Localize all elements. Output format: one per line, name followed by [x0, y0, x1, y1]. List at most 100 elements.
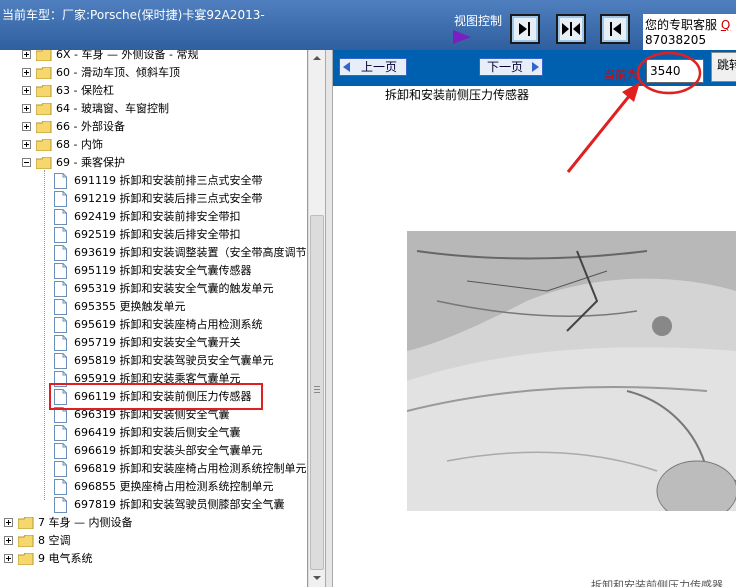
tree-doc-item[interactable]: 695819 拆卸和安装驾驶员安全气囊单元: [0, 352, 307, 370]
expand-plus-icon[interactable]: [22, 68, 31, 77]
tree-item-label: 64 - 玻璃窗、车窗控制: [56, 102, 169, 115]
document-icon: [54, 461, 67, 477]
tree-item-label: 692519 拆卸和安装后排安全带扣: [74, 228, 241, 241]
tree-folder-item[interactable]: 9 电气系统: [0, 550, 307, 568]
document-icon: [54, 299, 67, 315]
view-left-panel-button[interactable]: [600, 14, 630, 44]
view-split-button[interactable]: [556, 14, 586, 44]
folder-icon: [36, 67, 52, 79]
tree-doc-item[interactable]: 693619 拆卸和安装调整装置（安全带高度调节: [0, 244, 307, 262]
view-right-panel-button[interactable]: [510, 14, 540, 44]
scroll-down-icon[interactable]: [309, 570, 325, 586]
tree-item-label: 9 电气系统: [38, 552, 93, 565]
collapse-minus-icon[interactable]: [22, 158, 31, 167]
tree-folder-item[interactable]: 63 - 保险杠: [0, 82, 307, 100]
expand-plus-icon[interactable]: [4, 554, 13, 563]
service-phone: 87038205: [645, 33, 707, 47]
selection-highlight-annotation: [49, 383, 263, 410]
expand-plus-icon[interactable]: [22, 104, 31, 113]
tree-item-label: 8 空调: [38, 534, 71, 547]
prev-page-button[interactable]: 上一页: [339, 58, 407, 76]
document-footer-text: 拆卸和安装前侧压力传感器: [591, 579, 723, 587]
tree-doc-item[interactable]: 695619 拆卸和安装座椅占用检测系统: [0, 316, 307, 334]
expand-plus-icon[interactable]: [22, 86, 31, 95]
document-icon: [54, 263, 67, 279]
tree-item-label: 696419 拆卸和安装后侧安全气囊: [74, 426, 241, 439]
folder-icon: [36, 50, 52, 61]
top-header: 当前车型：厂家:Porsche(保时捷)卡宴92A2013- 视图控制 您的专职…: [0, 0, 736, 50]
expand-plus-icon[interactable]: [22, 50, 31, 59]
panel-splitter[interactable]: [325, 50, 333, 587]
document-icon: [54, 209, 67, 225]
expand-plus-icon[interactable]: [4, 536, 13, 545]
scroll-up-icon[interactable]: [309, 50, 325, 66]
tree-doc-item[interactable]: 691219 拆卸和安装后排三点式安全带: [0, 190, 307, 208]
tree-doc-item[interactable]: 692419 拆卸和安装前排安全带扣: [0, 208, 307, 226]
tree-item-label: 6X - 车身 — 外侧设备 - 常规: [56, 50, 199, 61]
tree-folder-item[interactable]: 64 - 玻璃窗、车窗控制: [0, 100, 307, 118]
service-qq-link[interactable]: Q: [721, 18, 730, 32]
tree-item-label: 695819 拆卸和安装驾驶员安全气囊单元: [74, 354, 274, 367]
expand-plus-icon[interactable]: [22, 122, 31, 131]
tree-doc-item[interactable]: 692519 拆卸和安装后排安全带扣: [0, 226, 307, 244]
folder-icon: [18, 535, 34, 547]
folder-icon: [18, 553, 34, 565]
tree-item-label: 696819 拆卸和安装座椅占用检测系统控制单元: [74, 462, 307, 475]
tree-item-label: 692419 拆卸和安装前排安全带扣: [74, 210, 241, 223]
tree-doc-item[interactable]: 695319 拆卸和安装安全气囊的触发单元: [0, 280, 307, 298]
tree-item-label: 696855 更换座椅占用检测系统控制单元: [74, 480, 274, 493]
tree-folder-item[interactable]: 60 - 滑动车顶、倾斜车顶: [0, 64, 307, 82]
tree-doc-item[interactable]: 697819 拆卸和安装驾驶员侧膝部安全气囊: [0, 496, 307, 514]
open-folder-icon: [36, 157, 52, 169]
red-arrow-annotation: [566, 82, 640, 173]
jump-button[interactable]: 跳转: [711, 52, 736, 82]
tree-folder-item[interactable]: 68 - 内饰: [0, 136, 307, 154]
tree-folder-item[interactable]: 6X - 车身 — 外侧设备 - 常规: [0, 50, 307, 64]
service-label: 您的专职客服: [645, 18, 718, 32]
next-page-button[interactable]: 下一页: [479, 58, 543, 76]
tree-scrollbar[interactable]: [308, 50, 325, 587]
tree-doc-item[interactable]: 696855 更换座椅占用检测系统控制单元: [0, 478, 307, 496]
tree-item-label: 697819 拆卸和安装驾驶员侧膝部安全气囊: [74, 498, 285, 511]
tree-folder-item[interactable]: 66 - 外部设备: [0, 118, 307, 136]
folder-icon: [36, 121, 52, 133]
tree-folder-item[interactable]: 7 车身 — 内侧设备: [0, 514, 307, 532]
tree-doc-item[interactable]: 695119 拆卸和安装安全气囊传感器: [0, 262, 307, 280]
catalog-tree: 6X - 车身 — 外侧设备 - 常规 60 - 滑动车顶、倾斜车顶 63 - 保险…: [0, 50, 308, 587]
tree-doc-item[interactable]: 695719 拆卸和安装安全气囊开关: [0, 334, 307, 352]
scrollbar-thumb[interactable]: [310, 215, 324, 570]
document-icon: [54, 443, 67, 459]
tree-doc-item[interactable]: 696819 拆卸和安装座椅占用检测系统控制单元: [0, 460, 307, 478]
car-front-illustration: [407, 231, 736, 511]
customer-service-box: 您的专职客服 Q 87038205: [643, 14, 736, 50]
tree-item-label: 695119 拆卸和安装安全气囊传感器: [74, 264, 252, 277]
tree-doc-item[interactable]: 691119 拆卸和安装前排三点式安全带: [0, 172, 307, 190]
expand-plus-icon[interactable]: [4, 518, 13, 527]
tree-folder-item[interactable]: 69 - 乘客保护: [0, 154, 307, 172]
tree-doc-item[interactable]: 696419 拆卸和安装后侧安全气囊: [0, 424, 307, 442]
tree-item-label: 68 - 内饰: [56, 138, 103, 151]
document-title: 拆卸和安装前侧压力传感器: [385, 88, 530, 102]
document-icon: [54, 497, 67, 513]
tree-item-label: 691219 拆卸和安装后排三点式安全带: [74, 192, 263, 205]
tree-item-label: 695319 拆卸和安装安全气囊的触发单元: [74, 282, 274, 295]
document-icon: [54, 479, 67, 495]
view-control-label: 视图控制: [454, 14, 503, 28]
folder-icon: [36, 85, 52, 97]
tree-doc-item[interactable]: 696619 拆卸和安装头部安全气囊单元: [0, 442, 307, 460]
tree-item-label: 695355 更换触发单元: [74, 300, 186, 313]
document-icon: [54, 281, 67, 297]
tree-item-label: 695619 拆卸和安装座椅占用检测系统: [74, 318, 263, 331]
tree-item-label: 7 车身 — 内侧设备: [38, 516, 133, 529]
folder-icon: [36, 103, 52, 115]
tree-doc-item[interactable]: 695355 更换触发单元: [0, 298, 307, 316]
tree-item-label: 66 - 外部设备: [56, 120, 125, 133]
tree-folder-item[interactable]: 8 空调: [0, 532, 307, 550]
document-icon: [54, 245, 67, 261]
triangle-arrow-icon: [453, 30, 471, 44]
expand-plus-icon[interactable]: [22, 140, 31, 149]
tree-item-label: 60 - 滑动车顶、倾斜车顶: [56, 66, 180, 79]
document-icon: [54, 425, 67, 441]
tree-item-label: 696619 拆卸和安装头部安全气囊单元: [74, 444, 263, 457]
document-icon: [54, 317, 67, 333]
